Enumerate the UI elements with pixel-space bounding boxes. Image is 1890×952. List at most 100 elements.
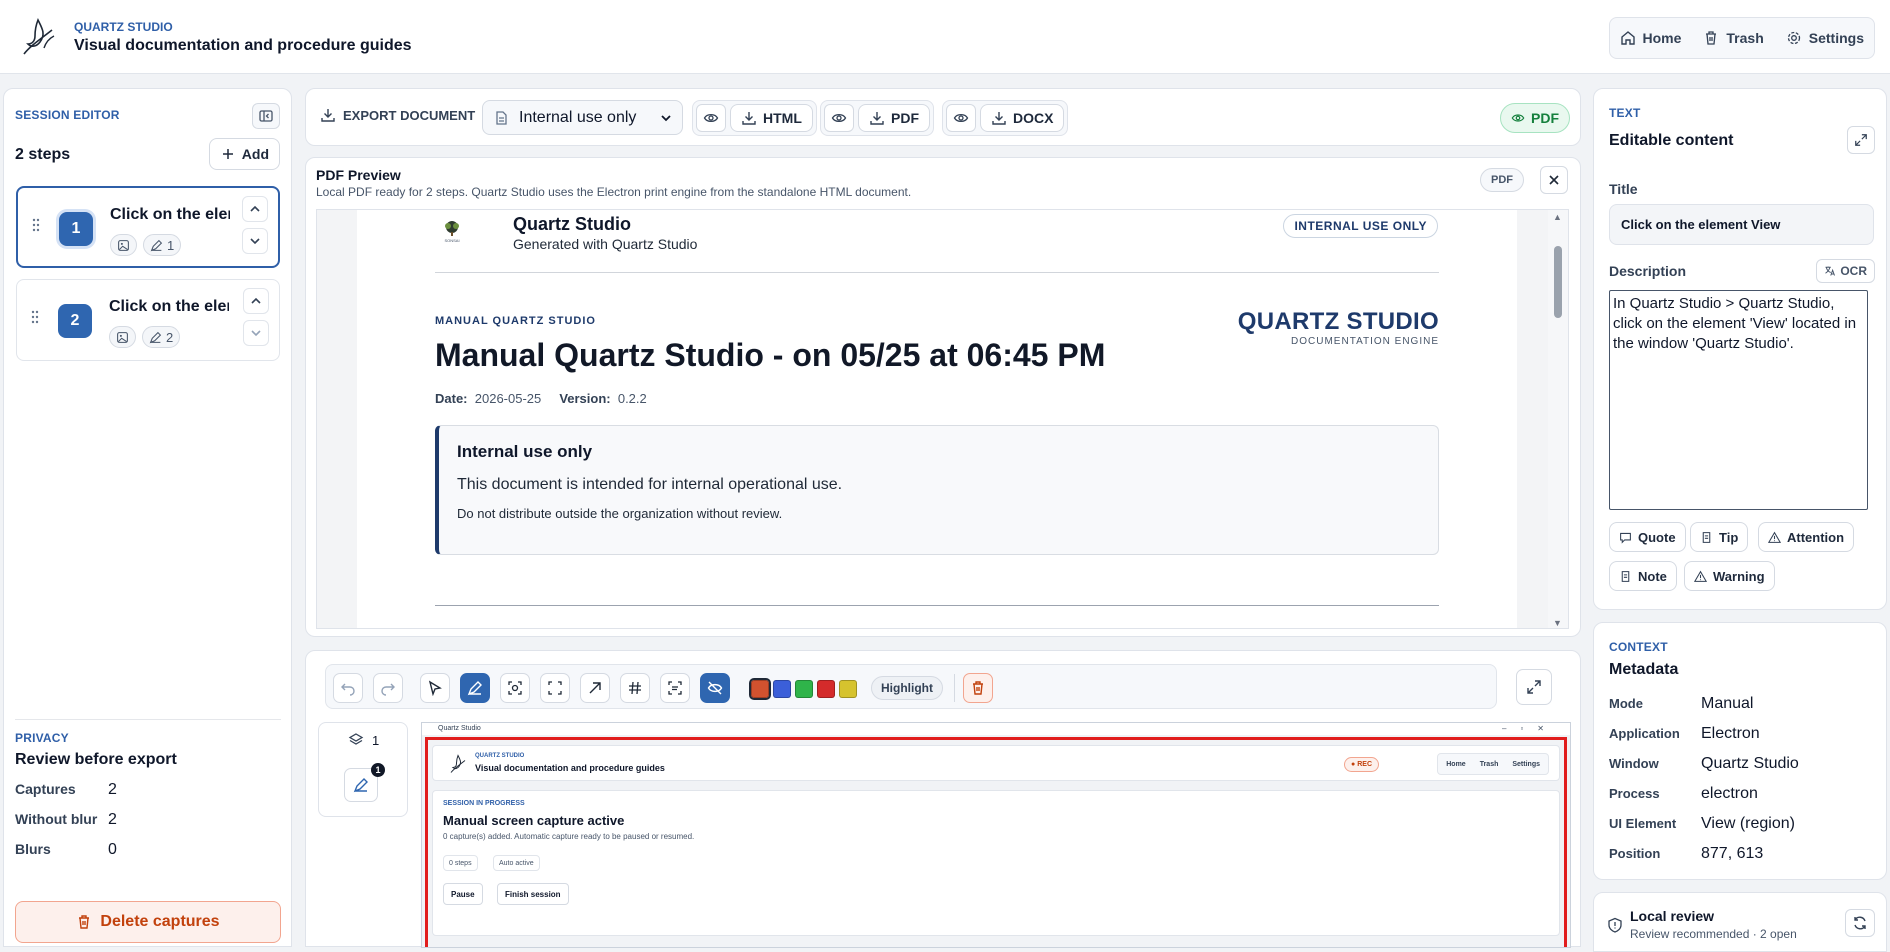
download-docx-button[interactable]: DOCX [980, 104, 1065, 132]
drag-handle-icon[interactable] [31, 310, 39, 324]
meta-value: Electron [1701, 725, 1760, 742]
highlight-button[interactable]: Highlight [871, 676, 943, 700]
title-input[interactable]: Click on the element View [1609, 204, 1874, 245]
nav-trash[interactable]: Trash [1703, 30, 1764, 46]
nav-home[interactable]: Home [1620, 30, 1682, 46]
preview-pdf-button[interactable] [824, 104, 854, 132]
capture-canvas[interactable]: Quartz Studio –▫✕ QUARTZ STUDIO Visual d… [421, 722, 1571, 948]
color-swatch-blue[interactable] [773, 680, 791, 698]
description-field-label: Description [1609, 263, 1687, 279]
chevron-down-icon [661, 114, 671, 121]
step-card-1[interactable]: 1 Click on the element View 1 [16, 186, 280, 268]
export-document-button[interactable]: EXPORT DOCUMENT [320, 107, 475, 123]
layers-icon [348, 733, 364, 745]
nav-trash-label: Trash [1726, 30, 1764, 46]
blur-toggle[interactable] [700, 673, 730, 703]
move-down-button[interactable] [243, 320, 269, 346]
preview-docx-button[interactable] [946, 104, 976, 132]
number-tool[interactable] [620, 673, 650, 703]
pdf-document-viewer[interactable]: SONSAI Quartz Studio Generated with Quar… [316, 209, 1569, 629]
active-preview-badge[interactable]: PDF [1500, 103, 1570, 133]
format-tip-button[interactable]: Tip [1690, 522, 1749, 552]
privacy-label: PRIVACY [15, 731, 69, 745]
scrollbar-thumb[interactable] [1554, 246, 1562, 318]
preview-format-badge: PDF [1480, 168, 1524, 192]
scroll-up-icon[interactable]: ▲ [1553, 212, 1563, 222]
notice-small: Do not distribute outside the organizati… [457, 506, 783, 521]
nav-home-label: Home [1642, 30, 1682, 46]
move-down-button[interactable] [242, 228, 268, 254]
delete-captures-button[interactable]: Delete captures [15, 901, 281, 943]
download-icon [321, 109, 335, 122]
arrow-tool[interactable] [580, 673, 610, 703]
close-preview-button[interactable] [1540, 166, 1568, 194]
date-value: 2026-05-25 [474, 391, 542, 406]
color-swatch-orange[interactable] [749, 678, 771, 700]
text-tool[interactable] [660, 673, 690, 703]
add-step-button[interactable]: Add [208, 138, 280, 170]
download-pdf-button[interactable]: PDF [858, 104, 930, 132]
privacy-section: PRIVACY Review before export Captures 2 W… [15, 719, 281, 859]
image-chip[interactable] [109, 326, 136, 348]
capture-window-title: Quartz Studio [422, 723, 1570, 735]
brand-name: QUARTZ STUDIO [74, 20, 173, 34]
color-swatch-red[interactable] [817, 680, 835, 698]
format-attention-button[interactable]: Attention [1758, 522, 1855, 552]
image-chip[interactable] [110, 234, 137, 256]
format-warning-button[interactable]: Warning [1684, 561, 1775, 591]
preview-scrollbar[interactable]: ▲ ▼ [1548, 210, 1568, 628]
privacy-row-captures: Captures 2 [15, 781, 281, 799]
meta-key: Window [1609, 756, 1659, 771]
highlight-annotation[interactable] [425, 737, 1567, 947]
refresh-review-button[interactable] [1845, 909, 1875, 937]
color-swatch-yellow[interactable] [839, 680, 857, 698]
step-card-2[interactable]: 2 Click on the element View 2 [16, 279, 280, 361]
eye-icon [703, 113, 719, 123]
context-panel: CONTEXT Metadata Mode Manual Application E… [1593, 622, 1887, 880]
pdf-label: PDF [891, 110, 919, 126]
select-tool[interactable] [420, 673, 450, 703]
crop-tool[interactable] [540, 673, 570, 703]
expand-icon [548, 681, 562, 695]
format-quote-button[interactable]: Quote [1609, 522, 1686, 552]
arrow-icon [589, 682, 601, 694]
document-icon [496, 110, 507, 125]
nav-settings[interactable]: Settings [1786, 30, 1864, 46]
eye-off-icon [707, 681, 723, 695]
move-up-button[interactable] [242, 196, 268, 222]
focus-tool[interactable] [500, 673, 530, 703]
download-html-button[interactable]: HTML [730, 104, 813, 132]
annotation-toolbar: Highlight [325, 664, 1497, 709]
cursor-icon [428, 680, 442, 696]
ocr-button[interactable]: OCR [1816, 259, 1875, 283]
description-textarea[interactable]: In Quartz Studio > Quartz Studio, click … [1609, 290, 1868, 510]
preview-html-button[interactable] [696, 104, 726, 132]
collapse-sidebar-button[interactable] [252, 103, 280, 129]
trash-icon [973, 681, 983, 695]
undo-button[interactable] [333, 673, 363, 703]
download-icon [992, 112, 1006, 125]
redo-button[interactable] [373, 673, 403, 703]
drag-handle-icon[interactable] [32, 218, 40, 232]
layers-panel: 1 1 [318, 722, 408, 817]
delete-annotation-button[interactable] [963, 673, 993, 703]
move-up-button[interactable] [243, 288, 269, 314]
pen-tool[interactable] [460, 673, 490, 703]
scroll-down-icon[interactable]: ▼ [1553, 618, 1563, 628]
format-note-button[interactable]: Note [1609, 561, 1677, 591]
expand-text-button[interactable] [1847, 126, 1875, 154]
meta-value: 877, 613 [1701, 845, 1764, 862]
local-review-subtitle: Review recommended · 2 open [1630, 927, 1797, 941]
annotation-chip[interactable]: 2 [142, 326, 181, 348]
color-swatch-green[interactable] [795, 680, 813, 698]
annotation-chip[interactable]: 1 [143, 234, 182, 256]
eye-icon [953, 113, 969, 123]
eye-icon [831, 113, 847, 123]
doc-brand-logo: QUARTZ STUDIO DOCUMENTATION ENGINE [1238, 308, 1439, 347]
meta-row-mode: Mode Manual [1609, 695, 1753, 713]
classification-select[interactable]: Internal use only [482, 100, 683, 135]
privacy-value: 2 [108, 811, 117, 828]
pen-icon [150, 239, 163, 251]
capture-window-controls: –▫✕ [1502, 724, 1558, 733]
fullscreen-editor-button[interactable] [1516, 669, 1552, 705]
